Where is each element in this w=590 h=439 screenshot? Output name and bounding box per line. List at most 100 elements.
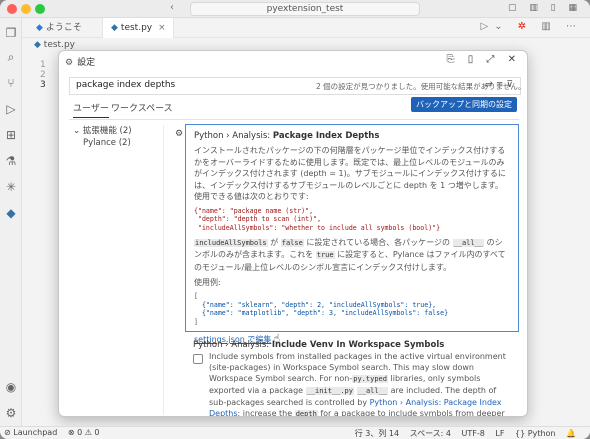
manage-gear-icon[interactable]: ⚙ [4, 406, 18, 420]
settings-tree: ⌄ 拡張機能 (2) Pylance (2) [73, 125, 132, 149]
tab-welcome[interactable]: ◆ ようこそ [28, 18, 98, 38]
indentation[interactable]: スペース: 4 [410, 429, 451, 438]
settings-title-text: 設定 [77, 58, 96, 68]
settings-search-input[interactable] [76, 80, 276, 90]
editor-tab-bar: ◆ ようこそ ◆ test.py × ▷⌄ ✲ ▥ ⋯ [22, 18, 590, 38]
tree-item-extensions[interactable]: ⌄ 拡張機能 (2) [73, 125, 132, 137]
maximize-icon[interactable]: ⤢ [486, 54, 499, 65]
python-file-icon: ◆ [111, 23, 118, 33]
setting-name: Package Index Depths [272, 131, 380, 141]
code-line: "depth": "depth to scan (int)", [194, 215, 322, 224]
settings-header-actions: ⎘ ▯ ⤢ ✕ [447, 54, 521, 65]
testing-icon[interactable]: ⚗ [4, 154, 18, 168]
line-ending[interactable]: LF [495, 429, 504, 438]
editor-actions: ▷⌄ ✲ ▥ ⋯ [481, 21, 582, 32]
search-icon[interactable]: ⌕ [4, 50, 18, 64]
tab-label: test.py [120, 23, 153, 33]
vscode-window: ‹ › pyextension_test ▢ ▥ ▯ ▦ ❐ ⌕ ⑂ ▷ ⊞ ⚗… [0, 0, 590, 439]
tree-item-label: 拡張機能 (2) [82, 126, 132, 136]
setting-description: Include symbols from installed packages … [209, 351, 509, 417]
tree-separator [163, 125, 164, 415]
window-title: pyextension_test [266, 4, 344, 14]
copilot-icon[interactable]: ✲ [518, 21, 532, 32]
chevron-down-icon: ⌄ [73, 126, 81, 136]
settings-title: ⚙ 設定 [65, 55, 95, 68]
line-number: 1 [40, 60, 46, 70]
search-tools: ⇌≡⊽ [485, 80, 516, 90]
setting-category: Python › Analysis: [194, 131, 273, 141]
tree-item-label: Pylance (2) [83, 138, 131, 148]
code-line: {"name": "sklearn", "depth": 2, "include… [194, 300, 437, 309]
more-icon[interactable]: ≡ [496, 80, 507, 90]
setting-description: インストールされたパッケージの下の何階層をパッケージ単位でインデックス付けするか… [194, 145, 510, 346]
status-bar: ⊘ Launchpad ⊗ 0 ⚠ 0 行 3、列 14 スペース: 4 UTF… [0, 426, 590, 439]
tab-workspace[interactable]: ワークスペース [111, 101, 173, 114]
code-line: [ [194, 291, 198, 300]
launchpad-status[interactable]: ⊘ Launchpad [4, 428, 57, 437]
include-venv-checkbox[interactable] [193, 354, 203, 364]
inline-code: __all__ [356, 387, 389, 395]
line-number: 2 [40, 70, 46, 80]
close-icon[interactable]: ✕ [508, 54, 521, 65]
split-icon[interactable]: ▯ [468, 54, 479, 65]
vscode-icon: ◆ [36, 23, 43, 33]
divider [69, 119, 519, 120]
filter-icon[interactable]: ⊽ [506, 80, 516, 90]
inline-code: __all__ [452, 238, 485, 247]
title-bar: ‹ › pyextension_test ▢ ▥ ▯ ▦ [0, 0, 590, 18]
split-editor-icon[interactable]: ▥ [541, 21, 556, 32]
inline-code: includeAllSymbols [194, 238, 268, 247]
cursor-position[interactable]: 行 3、列 14 [355, 429, 399, 438]
code-line: ] [194, 318, 198, 327]
setting-name: Include Venv In Workspace Symbols [271, 340, 445, 350]
code-line: {"name": "package name (str)", [194, 206, 314, 215]
inline-code: true [315, 251, 335, 260]
source-control-icon[interactable]: ⑂ [4, 76, 18, 90]
python-icon[interactable]: ◆ [4, 206, 18, 220]
inline-code: py.typed [352, 375, 388, 383]
tree-item-pylance[interactable]: Pylance (2) [73, 137, 132, 149]
settings-header: ⚙ 設定 ⎘ ▯ ⤢ ✕ [59, 51, 527, 71]
line-numbers: 1 2 3 [40, 60, 46, 90]
encoding[interactable]: UTF-8 [462, 429, 485, 438]
more-actions-icon[interactable]: ⋯ [566, 21, 582, 32]
open-json-icon[interactable]: ⎘ [447, 54, 460, 65]
inline-code: false [280, 238, 304, 247]
language-mode[interactable]: {} Python [515, 429, 555, 438]
explorer-icon[interactable]: ❐ [4, 26, 18, 40]
account-icon[interactable]: ◉ [4, 380, 18, 394]
tab-user[interactable]: ユーザー [73, 101, 109, 118]
command-center[interactable]: pyextension_test [190, 2, 420, 16]
layout-icons[interactable]: ▢ ▥ ▯ ▦ [508, 3, 582, 13]
tab-test-py[interactable]: ◆ test.py × [102, 18, 174, 38]
setting-gear-icon[interactable]: ⚙ [175, 129, 183, 139]
zoom-window-button[interactable] [35, 4, 45, 14]
clear-filter-icon[interactable]: ⇌ [485, 80, 496, 90]
code-line: {"name": "matplotlib", "depth": 3, "incl… [194, 309, 449, 318]
backup-sync-button[interactable]: バックアップと同期の設定 [411, 97, 517, 112]
run-icon[interactable]: ▷⌄ [481, 21, 509, 32]
text: ; increase the [237, 409, 295, 417]
setting-package-index-depths: Python › Analysis: Package Index Depths … [185, 124, 519, 344]
setting-title: Python › Analysis: Package Index Depths [194, 131, 510, 141]
close-window-button[interactable] [7, 4, 17, 14]
setting-category: Python › Analysis: [193, 340, 272, 350]
activity-bar: ❐ ⌕ ⑂ ▷ ⊞ ⚗ ✳ ◆ ◉ ⚙ [0, 18, 22, 426]
minimize-window-button[interactable] [21, 4, 31, 14]
extensions-icon[interactable]: ⊞ [4, 128, 18, 142]
notifications-icon[interactable]: 🔔 [566, 429, 576, 438]
setting-title: Python › Analysis: Include Venv In Works… [193, 340, 513, 350]
gear-icon: ⚙ [65, 58, 74, 68]
close-icon[interactable]: × [158, 23, 166, 33]
problems-status[interactable]: ⊗ 0 ⚠ 0 [68, 428, 100, 437]
status-right: 行 3、列 14 スペース: 4 UTF-8 LF {} Python 🔔 [355, 428, 584, 439]
desc-paragraph: includeAllSymbols が false に設定されている場合、各パッ… [194, 237, 510, 274]
spark-icon[interactable]: ✳ [4, 180, 18, 194]
inline-code: depth [294, 410, 318, 417]
run-debug-icon[interactable]: ▷ [4, 102, 18, 116]
breadcrumb[interactable]: ◆ test.py [34, 40, 75, 50]
example-code: [ {"name": "sklearn", "depth": 2, "inclu… [194, 292, 510, 327]
settings-dialog: ⚙設定 ⎘ ▯ ⤢ ✕ 2 個の設定が見つかりました。使用可能な結果がありません… [58, 50, 528, 417]
text: に設定されている場合、各パッケージの [303, 237, 453, 247]
code-line: "includeAllSymbols": "whether to include… [194, 224, 441, 233]
